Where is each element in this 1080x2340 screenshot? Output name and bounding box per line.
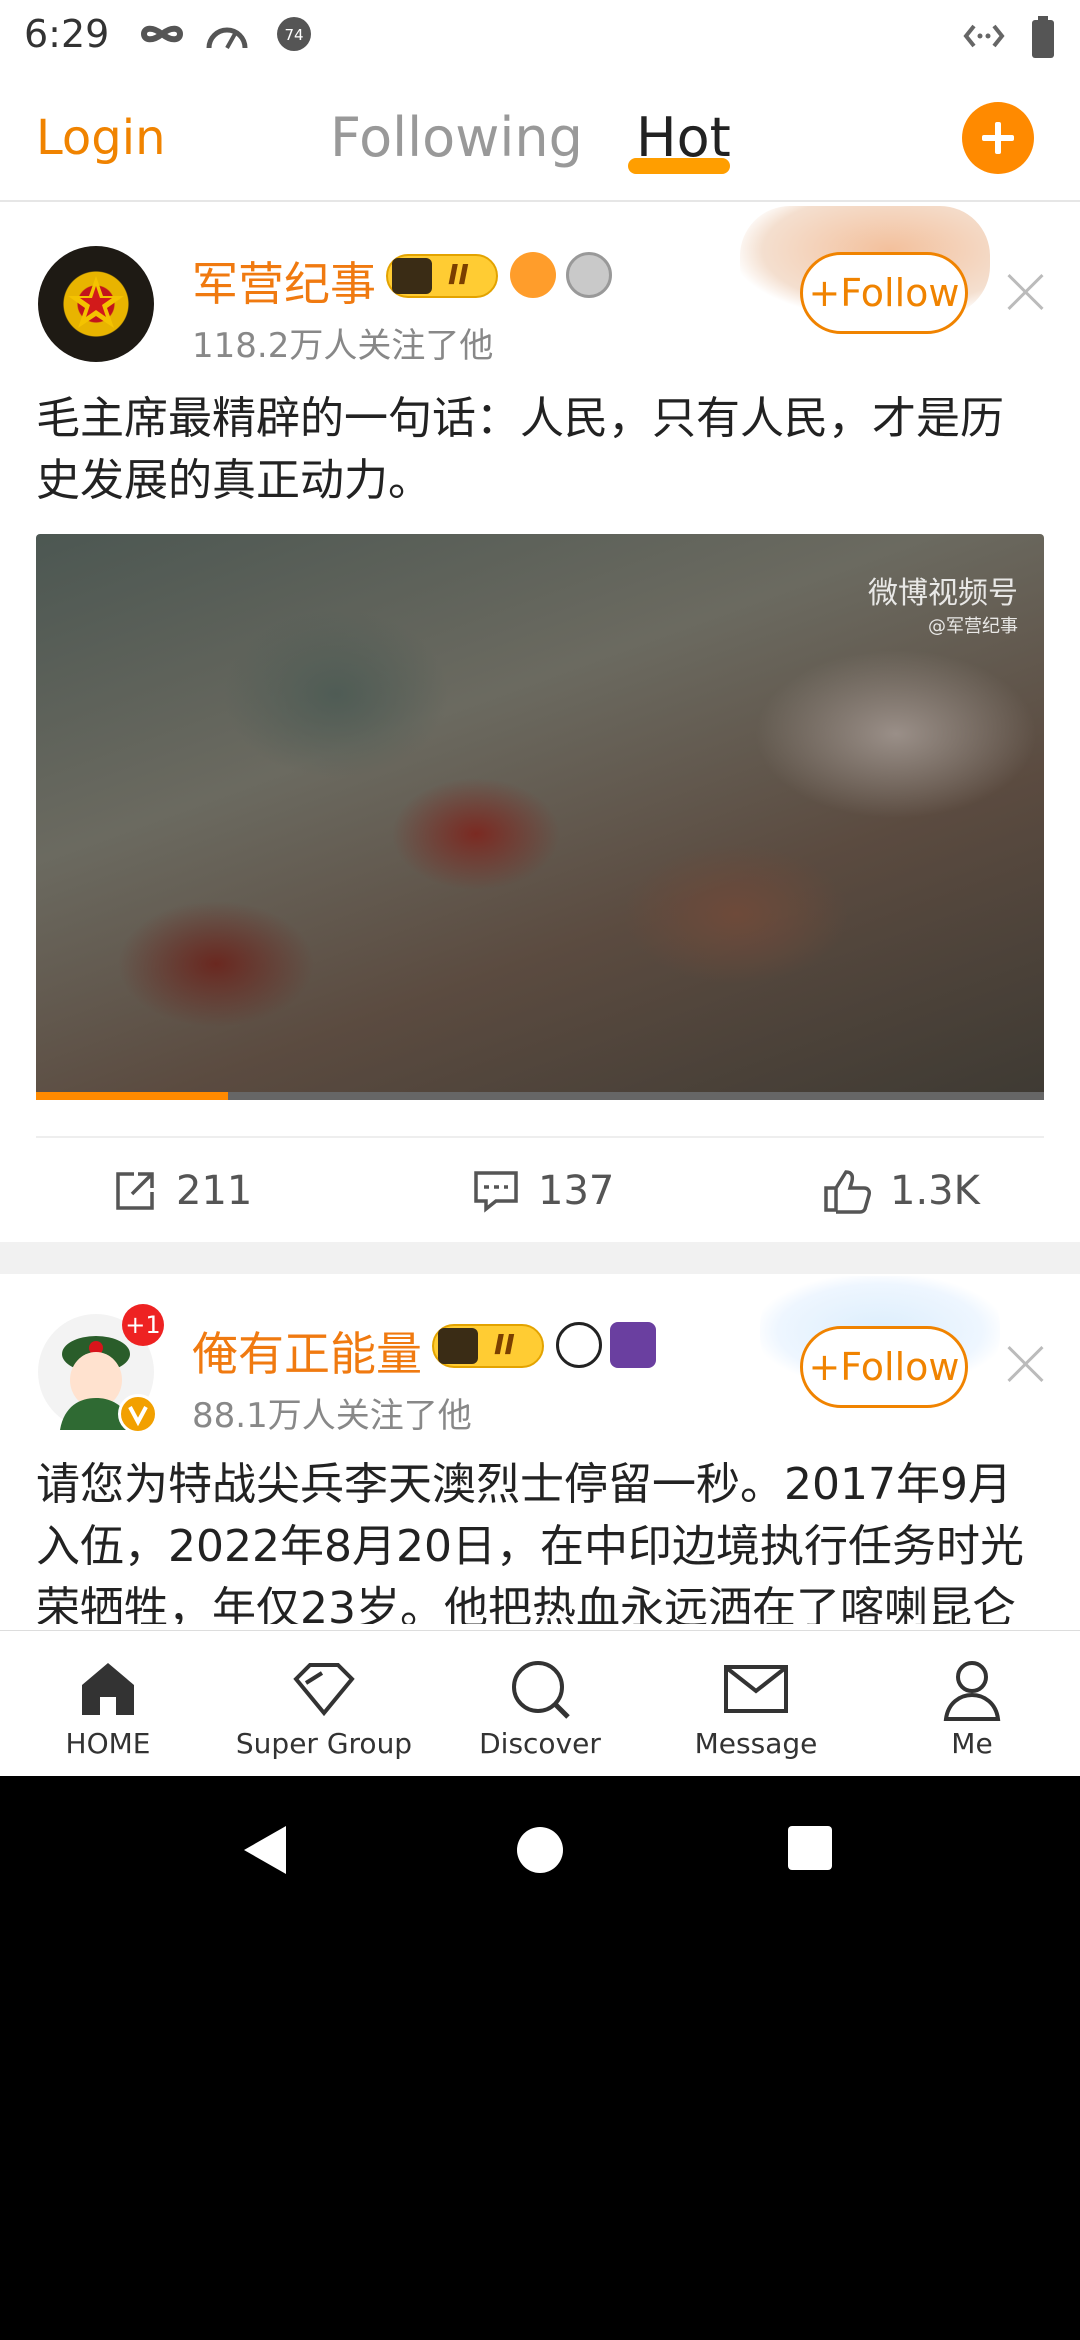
avatar-new-badge: +1 [122,1304,164,1346]
status-bar: 6:29 74 [0,0,1080,72]
bottom-nav: HOME Super Group Discover Message Me [0,1630,1080,1776]
medal-icon [566,252,612,298]
nav-message[interactable]: Message [648,1631,864,1776]
notification-badge-icon: 74 [276,16,312,56]
follower-count: 118.2万人关注了他 [192,326,494,366]
mail-icon [724,1665,788,1713]
home-icon [82,1663,134,1715]
speed-icon [204,16,250,60]
app-screen: 6:29 74 Login Following Hot 军营纪事 II 118.… [0,0,1080,1776]
post-text[interactable]: 毛主席最精辟的一句话：人民，只有人民，才是历史发展的真正动力。 [36,388,1046,512]
video-watermark: 微博视频号 @军营纪事 [868,576,1018,637]
search-icon [512,1661,570,1719]
repost-button[interactable]: 211 [112,1168,252,1214]
verified-v-icon [118,1394,158,1434]
recents-icon[interactable] [786,1824,834,1872]
person-icon [943,1661,1001,1721]
username[interactable]: 俺有正能量 [192,1318,422,1384]
video-progress-fill [36,1092,228,1100]
follower-count: 88.1万人关注了他 [192,1396,472,1436]
comment-button[interactable]: 137 [472,1168,614,1214]
data-arrows-icon [962,20,1006,56]
infinity-icon [140,16,184,56]
share-icon [116,1172,154,1210]
shield-icon [610,1322,656,1368]
svg-text:74: 74 [284,26,303,44]
thumbs-up-icon [824,1170,871,1214]
post-text[interactable]: 请您为特战尖兵李天澳烈士停留一秒。2017年9月入伍，2022年8月20日，在中… [36,1454,1046,1624]
nav-home[interactable]: HOME [0,1631,216,1776]
home-circle-icon[interactable] [514,1824,566,1876]
vip-badge: II [386,254,498,298]
login-link[interactable]: Login [36,110,166,166]
follow-button[interactable]: +Follow [800,252,968,334]
panda-icon [556,1322,602,1368]
comment-icon [474,1171,518,1213]
nav-discover[interactable]: Discover [432,1631,648,1776]
post-separator [0,1242,1080,1274]
tab-following[interactable]: Following [330,106,583,169]
battery-icon [1030,16,1056,62]
like-button[interactable]: 1.3K [822,1168,980,1214]
avatar[interactable] [38,246,154,362]
diamond-icon [293,1663,355,1717]
follow-button[interactable]: +Follow [800,1326,968,1408]
vip-badge: II [432,1324,544,1368]
fish-icon [510,252,556,298]
nav-me[interactable]: Me [864,1631,1080,1776]
top-tab-bar: Login Following Hot [0,72,1080,202]
crown-icon [438,1328,478,1364]
video-player[interactable]: 微博视频号 @军营纪事 [36,534,1044,1100]
close-icon[interactable] [1006,1344,1046,1384]
post-card: +1 俺有正能量 II 88.1万人关注了他 +Follow 请您为特战尖兵李天… [0,1274,1080,1634]
close-icon[interactable] [1006,272,1046,312]
nav-super-group[interactable]: Super Group [216,1631,432,1776]
username[interactable]: 军营纪事 [192,248,376,314]
compose-plus-button[interactable] [962,102,1034,174]
active-tab-indicator [628,158,730,174]
status-time: 6:29 [24,12,110,56]
crown-icon [392,258,432,294]
post-actions: 211 137 1.3K [36,1136,1044,1246]
system-nav-bar [0,1776,1080,1924]
back-icon[interactable] [240,1822,290,1878]
video-progress-bar[interactable] [36,1092,1044,1100]
